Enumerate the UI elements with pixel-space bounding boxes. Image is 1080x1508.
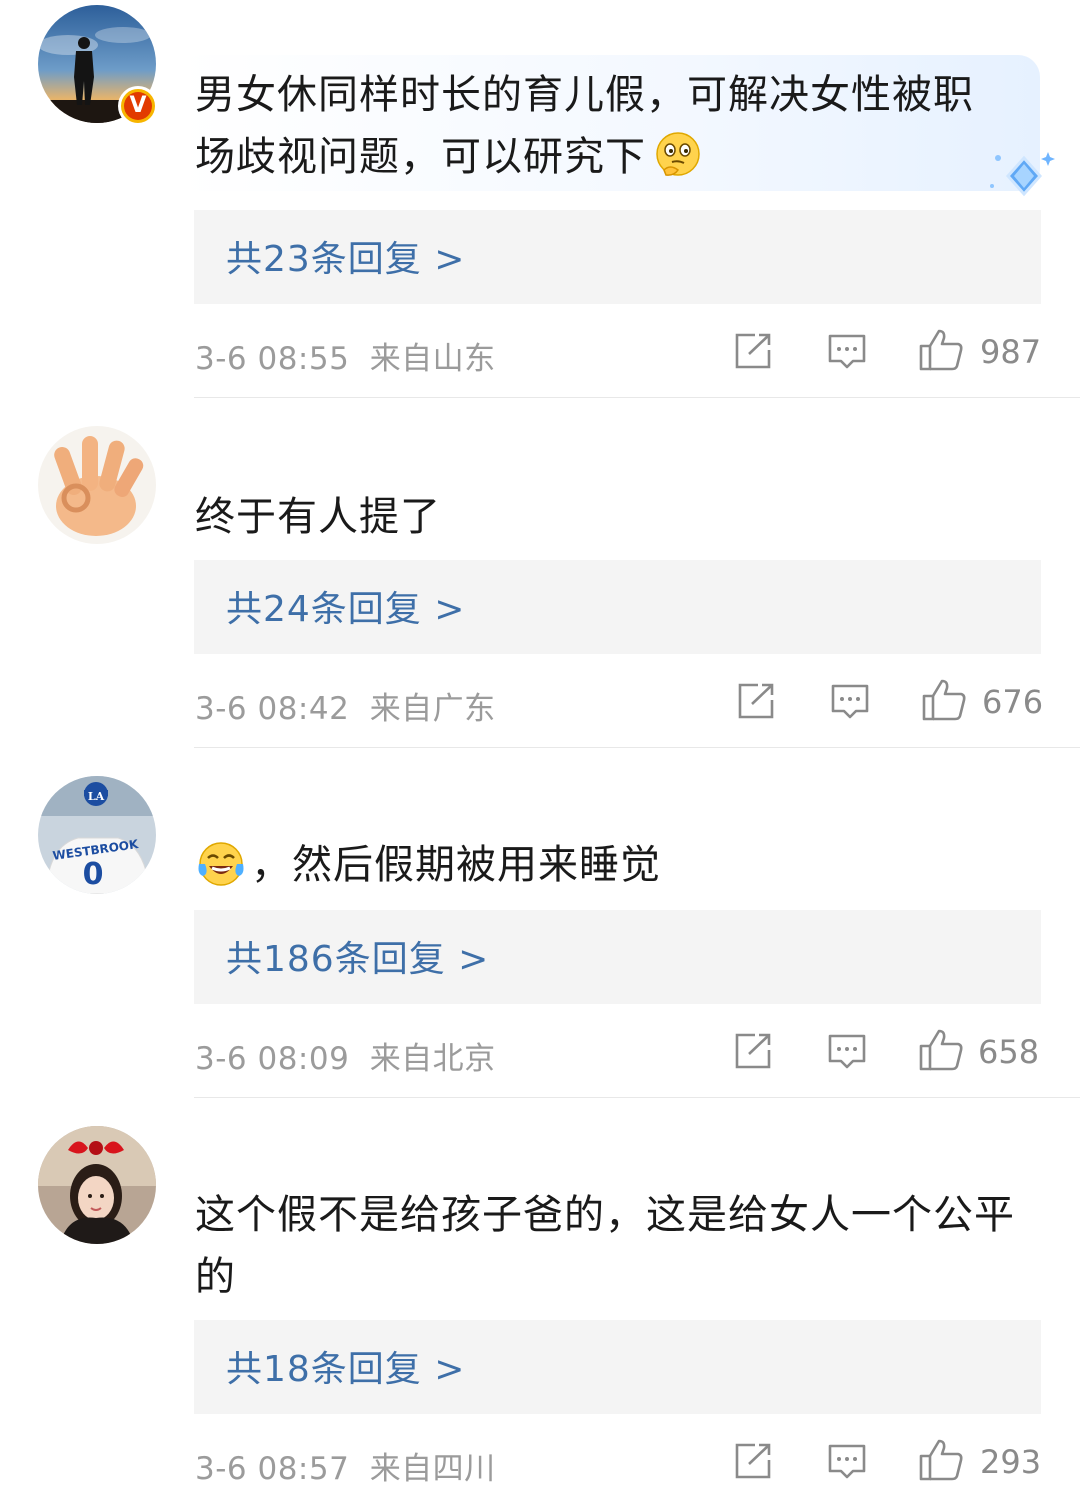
- comment-icon[interactable]: [827, 1033, 867, 1071]
- replies-label: 共24条回复 >: [226, 589, 466, 630]
- comment-text-segment: 场歧视问题，可以研究下: [195, 134, 646, 180]
- timestamp: 3-6 08:57: [195, 1451, 350, 1487]
- tears-of-joy-icon: [198, 842, 244, 886]
- comment-item: 终于有人提了 共24条回复 > 3-6 08:42 来自广东 676: [0, 398, 1080, 748]
- timestamp: 3-6 08:09: [195, 1041, 350, 1077]
- comment-text-line: 男女休同样时长的育儿假，可解决女性被职: [195, 72, 974, 118]
- location: 来自四川: [369, 1451, 496, 1487]
- comment-text-line: 的: [195, 1254, 236, 1300]
- comment-text-segment: ，然后假期被用来睡觉: [251, 842, 661, 888]
- comment-text-line: 场歧视问题，可以研究下: [195, 126, 1045, 188]
- share-icon[interactable]: [733, 332, 773, 370]
- comment-text-line: 终于有人提了: [195, 494, 441, 540]
- comment-item: 这个假不是给孩子爸的，这是给女人一个公平 的 共18条回复 > 3-6 08:5…: [0, 1098, 1080, 1508]
- share-icon[interactable]: [736, 682, 776, 720]
- share-icon[interactable]: [733, 1442, 773, 1480]
- avatar[interactable]: LA WESTBROOK 0: [38, 776, 156, 894]
- like-count: 658: [978, 1033, 1040, 1071]
- comment-text: 男女休同样时长的育儿假，可解决女性被职 场歧视问题，可以研究下: [195, 64, 1045, 188]
- view-replies-button[interactable]: 共23条回复 >: [194, 210, 1041, 304]
- verified-badge-icon: V: [118, 86, 158, 126]
- share-icon[interactable]: [733, 1032, 773, 1070]
- comment-text-line: ，然后假期被用来睡觉: [195, 834, 1045, 896]
- comment-icon[interactable]: [830, 683, 870, 721]
- location: 来自广东: [369, 691, 496, 727]
- comment-text: ，然后假期被用来睡觉: [195, 834, 1045, 896]
- avatar[interactable]: [38, 426, 156, 544]
- comment-icon[interactable]: [827, 333, 867, 371]
- view-replies-button[interactable]: 共18条回复 >: [194, 1320, 1041, 1414]
- like-thumbs-up-icon[interactable]: [918, 328, 964, 372]
- view-replies-button[interactable]: 共24条回复 >: [194, 560, 1041, 654]
- timestamp: 3-6 08:55: [195, 341, 350, 377]
- avatar[interactable]: [38, 1126, 156, 1244]
- like-thumbs-up-icon[interactable]: [918, 1438, 964, 1482]
- thinking-face-icon: [656, 132, 700, 176]
- comment-meta: 3-6 08:55 来自山东: [195, 333, 496, 378]
- comment-text: 终于有人提了: [195, 486, 1045, 548]
- comment-text-line: 这个假不是给孩子爸的，这是给女人一个公平: [195, 1192, 1015, 1238]
- like-thumbs-up-icon[interactable]: [918, 1028, 964, 1072]
- timestamp: 3-6 08:42: [195, 691, 350, 727]
- like-count: 987: [980, 333, 1042, 371]
- comment-item: LA WESTBROOK 0 ，然后假期被用来睡觉 共186条回复 > 3-6 …: [0, 748, 1080, 1098]
- jersey-number: 0: [83, 857, 104, 892]
- location: 来自北京: [369, 1041, 496, 1077]
- location: 来自山东: [369, 341, 496, 377]
- comment-meta: 3-6 08:42 来自广东: [195, 683, 496, 728]
- comment-icon[interactable]: [827, 1443, 867, 1481]
- svg-text:LA: LA: [88, 790, 105, 803]
- replies-label: 共18条回复 >: [226, 1349, 466, 1390]
- replies-label: 共23条回复 >: [226, 239, 466, 280]
- comment-item: V 男女休同样时长的育儿假，可解决女性被职 场歧视问题，可以研究下 共23条回复…: [0, 0, 1080, 398]
- view-replies-button[interactable]: 共186条回复 >: [194, 910, 1041, 1004]
- comment-text: 这个假不是给孩子爸的，这是给女人一个公平 的: [195, 1184, 1045, 1308]
- comment-meta: 3-6 08:57 来自四川: [195, 1443, 496, 1488]
- like-count: 293: [980, 1443, 1042, 1481]
- comment-meta: 3-6 08:09 来自北京: [195, 1033, 496, 1078]
- replies-label: 共186条回复 >: [226, 939, 490, 980]
- like-count: 676: [982, 683, 1044, 721]
- like-thumbs-up-icon[interactable]: [921, 678, 967, 722]
